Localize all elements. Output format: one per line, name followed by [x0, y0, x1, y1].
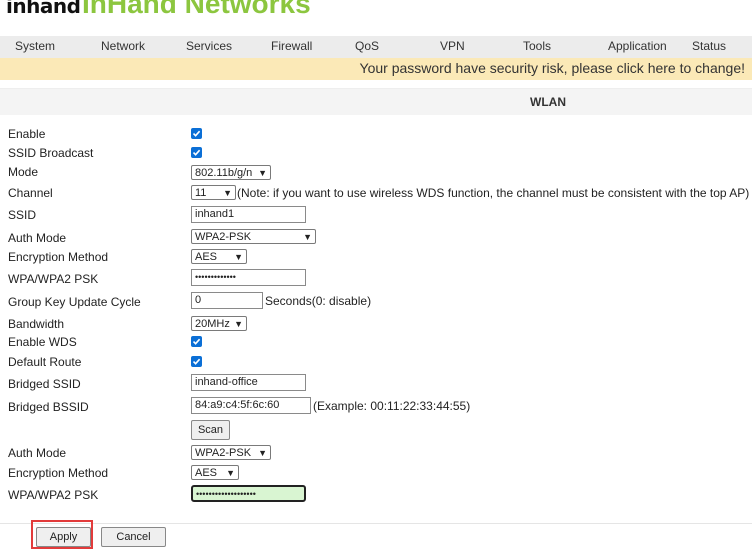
chevron-down-icon: ▼ [234, 252, 243, 262]
bandwidth-value: 20MHz [195, 318, 230, 330]
scan-button[interactable]: Scan [191, 420, 230, 440]
mode-label: Mode [8, 165, 39, 179]
wds-auth-mode-select[interactable]: WPA2-PSK ▼ [191, 445, 271, 460]
encryption-method-select[interactable]: AES ▼ [191, 249, 247, 264]
ssid-broadcast-label: SSID Broadcast [8, 146, 94, 160]
wds-encryption-method-select[interactable]: AES ▼ [191, 465, 239, 480]
bandwidth-select[interactable]: 20MHz ▼ [191, 316, 247, 331]
mode-select[interactable]: 802.11b/g/n ▼ [191, 165, 271, 180]
wds-wpa-psk-input[interactable]: ••••••••••••••••••• [191, 485, 306, 502]
ssid-broadcast-checkbox[interactable] [191, 147, 202, 158]
wds-encryption-method-label: Encryption Method [8, 466, 109, 480]
bridged-bssid-note: (Example: 00:11:22:33:44:55) [313, 399, 471, 413]
menu-qos[interactable]: QoS [355, 39, 379, 53]
chevron-down-icon: ▼ [258, 168, 267, 178]
encryption-method-label: Encryption Method [8, 250, 109, 264]
wpa-psk-label: WPA/WPA2 PSK [8, 272, 99, 286]
logo-bar: inhand InHand Networks [0, 0, 752, 30]
bottom-separator [0, 523, 752, 524]
menu-network[interactable]: Network [101, 39, 145, 53]
enable-label: Enable [8, 127, 46, 141]
chevron-down-icon: ▼ [258, 448, 267, 458]
cancel-button[interactable]: Cancel [101, 527, 166, 547]
enable-wds-checkbox[interactable] [191, 336, 202, 347]
password-risk-link[interactable]: Your password have security risk, please… [360, 60, 745, 76]
default-route-label: Default Route [8, 355, 82, 369]
wds-auth-mode-value: WPA2-PSK [195, 447, 252, 459]
ssid-input[interactable]: inhand1 [191, 206, 306, 223]
auth-mode-value: WPA2-PSK [195, 231, 252, 243]
wds-auth-mode-label: Auth Mode [8, 446, 67, 460]
ssid-label: SSID [8, 208, 37, 222]
bridged-bssid-label: Bridged BSSID [8, 400, 89, 414]
channel-value: 11 [195, 187, 207, 199]
inhand-logo-mark: inhand [6, 0, 81, 18]
wds-wpa-psk-label: WPA/WPA2 PSK [8, 488, 99, 502]
chevron-down-icon: ▼ [226, 468, 235, 478]
menu-services[interactable]: Services [186, 39, 232, 53]
bridged-bssid-input[interactable]: 84:a9:c4:5f:6c:60 [191, 397, 311, 414]
group-key-label: Group Key Update Cycle [8, 295, 141, 309]
main-menu: System Network Services Firewall QoS VPN… [0, 36, 752, 59]
default-route-checkbox[interactable] [191, 356, 202, 367]
security-notice-bar: Your password have security risk, please… [0, 58, 752, 80]
group-key-note: Seconds(0: disable) [265, 294, 372, 308]
enable-wds-label: Enable WDS [8, 335, 77, 349]
check-icon [192, 358, 201, 365]
channel-label: Channel [8, 186, 53, 200]
wpa-psk-input[interactable]: ••••••••••••• [191, 269, 306, 286]
check-icon [192, 338, 201, 345]
bridged-ssid-label: Bridged SSID [8, 377, 81, 391]
bridged-ssid-input[interactable]: inhand-office [191, 374, 306, 391]
check-icon [192, 149, 201, 156]
enable-checkbox[interactable] [191, 128, 202, 139]
section-title: WLAN [530, 95, 566, 109]
section-header: WLAN [0, 88, 752, 115]
menu-tools[interactable]: Tools [523, 39, 551, 53]
mode-value: 802.11b/g/n [195, 167, 253, 179]
chevron-down-icon: ▼ [303, 232, 312, 242]
check-icon [192, 130, 201, 137]
auth-mode-label: Auth Mode [8, 231, 67, 245]
wds-encryption-method-value: AES [195, 467, 218, 479]
chevron-down-icon: ▼ [234, 319, 243, 329]
encryption-method-value: AES [195, 251, 218, 263]
auth-mode-select[interactable]: WPA2-PSK ▼ [191, 229, 316, 244]
channel-select[interactable]: 11 ▼ [191, 185, 236, 200]
menu-system[interactable]: System [15, 39, 55, 53]
group-key-input[interactable]: 0 [191, 292, 263, 309]
menu-vpn[interactable]: VPN [440, 39, 465, 53]
menu-application[interactable]: Application [608, 39, 667, 53]
chevron-down-icon: ▼ [223, 188, 232, 198]
apply-highlight-box [31, 520, 93, 549]
bandwidth-label: Bandwidth [8, 317, 65, 331]
menu-firewall[interactable]: Firewall [271, 39, 312, 53]
inhand-logo-text: InHand Networks [82, 0, 311, 19]
channel-note: (Note: if you want to use wireless WDS f… [237, 186, 750, 200]
menu-status[interactable]: Status [692, 39, 726, 53]
